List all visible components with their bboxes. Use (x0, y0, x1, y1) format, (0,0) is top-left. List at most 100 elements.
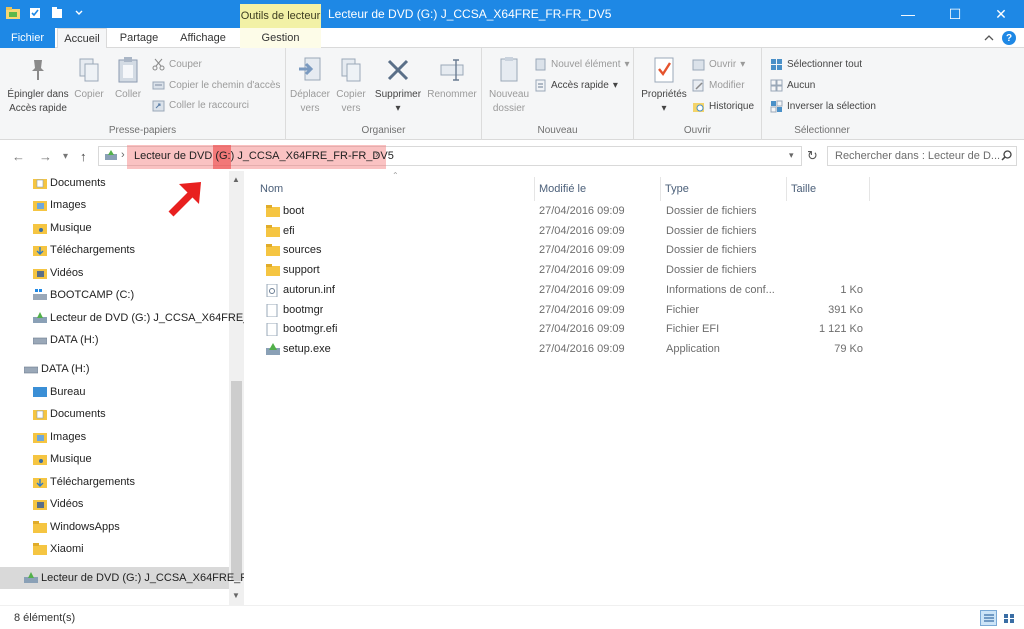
address-row: ← → ▾ ↑ › Lecteur de DVD (G:) J_CCSA_X64… (0, 141, 1024, 171)
nav-item[interactable]: Lecteur de DVD (G:) J_CCSA_X64FRE_F (0, 307, 244, 329)
nav-item-label: Documents (50, 177, 106, 189)
nav-scrollbar[interactable]: ▲ ▼ (229, 171, 244, 605)
tab-file[interactable]: Fichier (0, 28, 55, 48)
group-clipboard: Épingler dans Accès rapide Copier Coller… (0, 48, 286, 140)
tab-share[interactable]: Partage (110, 28, 168, 48)
new-folder-icon[interactable] (50, 6, 64, 20)
nav-item[interactable]: DATA (H:) (0, 329, 229, 351)
file-row[interactable]: boot 27/04/2016 09:09 Dossier de fichiers (256, 202, 876, 221)
nav-item[interactable]: DATA (H:) (0, 358, 229, 380)
column-header-name[interactable]: Nom (256, 177, 535, 201)
refresh-icon[interactable]: ↻ (807, 148, 818, 164)
scroll-up-icon[interactable]: ▲ (232, 175, 240, 184)
scroll-thumb[interactable] (231, 381, 242, 581)
copy-path-icon (152, 79, 165, 92)
select-none-button[interactable]: Aucun (770, 79, 815, 92)
back-arrow-icon[interactable]: ← (12, 149, 25, 164)
column-header-type[interactable]: Type (661, 177, 787, 201)
history-button[interactable]: Historique (692, 100, 754, 113)
edit-icon (692, 79, 705, 92)
nav-item[interactable]: Lecteur de DVD (G:) J_CCSA_X64FRE_F (0, 567, 244, 589)
nav-item[interactable]: Bureau (0, 381, 229, 403)
minimize-button[interactable]: — (885, 0, 931, 28)
breadcrumb-chevron-icon[interactable]: › (375, 149, 379, 161)
paste-shortcut-button[interactable]: Coller le raccourci (152, 99, 249, 112)
copy-label: Copier (74, 89, 104, 100)
large-icons-view-icon[interactable] (1000, 610, 1017, 626)
close-icon: ✕ (995, 5, 1007, 22)
open-icon (692, 58, 705, 71)
delete-button[interactable]: Supprimer ▾ (374, 54, 422, 116)
nav-item[interactable]: Téléchargements (0, 471, 229, 493)
properties-icon[interactable] (28, 6, 42, 20)
copy-to-button[interactable]: Copier vers (332, 54, 370, 116)
pin-quick-access-button[interactable]: Épingler dans Accès rapide (6, 54, 70, 116)
file-modified: 27/04/2016 09:09 (539, 283, 625, 296)
collapse-ribbon-icon[interactable] (984, 32, 994, 44)
nav-item[interactable]: Musique (0, 448, 229, 470)
tab-home[interactable]: Accueil (57, 28, 107, 49)
close-button[interactable]: ✕ (978, 0, 1024, 28)
paste-label: Coller (114, 89, 142, 100)
scroll-down-icon[interactable]: ▼ (232, 591, 240, 600)
forward-arrow-icon[interactable]: → (39, 149, 52, 164)
nav-item[interactable]: Vidéos (0, 493, 229, 515)
new-folder-button[interactable]: Nouveau dossier (486, 54, 532, 116)
videos-folder-icon (33, 498, 47, 510)
copy-button[interactable]: Copier (70, 54, 108, 102)
nav-item[interactable]: Images (0, 426, 229, 448)
pin-icon (23, 54, 53, 86)
nav-item[interactable]: Vidéos (0, 262, 229, 284)
file-row[interactable]: autorun.inf 27/04/2016 09:09 Informations … (256, 281, 876, 300)
nav-item[interactable]: Documents (0, 403, 229, 425)
nav-item[interactable]: Xiaomi (0, 538, 229, 560)
column-header-modified[interactable]: Modifié le (535, 177, 661, 201)
edit-button[interactable]: Modifier (692, 79, 745, 92)
drive-tools-context-tab[interactable]: Outils de lecteur (240, 4, 321, 28)
help-icon[interactable]: ? (1002, 31, 1016, 45)
tab-view[interactable]: Affichage (170, 28, 236, 48)
maximize-button[interactable]: ☐ (932, 0, 978, 28)
search-input[interactable]: Rechercher dans : Lecteur de D... (827, 146, 1017, 166)
recent-locations-icon[interactable]: ▾ (63, 151, 68, 162)
move-to-button[interactable]: Déplacer vers (288, 54, 332, 116)
ribbon-tab-row: Fichier Accueil Partage Affichage Gestio… (0, 28, 1024, 49)
rename-button[interactable]: Renommer (426, 54, 478, 102)
address-bar[interactable]: › Lecteur de DVD (G:) J_CCSA_X64FRE_FR-F… (98, 145, 802, 169)
nav-item-label: Lecteur de DVD (G:) J_CCSA_X64FRE_F (50, 312, 244, 324)
address-dropdown-icon[interactable]: ▾ (789, 150, 794, 161)
nav-item[interactable]: Musique (0, 217, 229, 239)
details-view-icon[interactable] (980, 610, 997, 626)
breadcrumb-current[interactable]: Lecteur de DVD (G:) J_CCSA_X64FRE_FR-FR_… (134, 150, 394, 162)
column-header-size[interactable]: Taille (787, 177, 870, 201)
file-row[interactable]: support 27/04/2016 09:09 Dossier de fichie… (256, 261, 876, 280)
nav-item[interactable]: BOOTCAMP (C:) (0, 284, 229, 306)
properties-button[interactable]: Propriétés ▾ (638, 54, 690, 116)
easy-access-button[interactable]: Accès rapide ▾ (534, 79, 618, 92)
music-folder-icon (33, 453, 47, 465)
dropdown-icon[interactable] (72, 6, 86, 20)
item-count: 8 élément(s) (14, 612, 76, 624)
search-icon (1001, 150, 1012, 164)
file-row[interactable]: setup.exe 27/04/2016 09:09 Application 79 K… (256, 340, 876, 359)
file-row[interactable]: bootmgr 27/04/2016 09:09 Fichier 391 Ko (256, 301, 876, 320)
copy-path-label: Copier le chemin d'accès (169, 80, 281, 91)
file-type: Dossier de fichiers (666, 244, 757, 257)
file-row[interactable]: sources 27/04/2016 09:09 Dossier de fichie… (256, 241, 876, 260)
nav-item[interactable]: Téléchargements (0, 239, 229, 261)
invert-selection-button[interactable]: Inverser la sélection (770, 100, 876, 113)
folder-app-icon[interactable] (6, 6, 20, 20)
breadcrumb-chevron-icon[interactable]: › (121, 149, 125, 161)
up-arrow-icon[interactable]: ↑ (80, 149, 87, 164)
file-row[interactable]: efi 27/04/2016 09:09 Dossier de fichiers (256, 222, 876, 241)
paste-button[interactable]: Coller (110, 54, 146, 102)
new-item-button[interactable]: Nouvel élément ▾ (534, 58, 630, 71)
tab-manage[interactable]: Gestion (240, 28, 321, 48)
select-all-button[interactable]: Sélectionner tout (770, 58, 862, 71)
copy-path-button[interactable]: Copier le chemin d'accès (152, 79, 280, 92)
file-row[interactable]: bootmgr.efi 27/04/2016 09:09 Fichier EFI 1 … (256, 320, 876, 339)
pin-label-1: Épingler dans (7, 89, 69, 100)
cut-button[interactable]: Couper (152, 58, 202, 71)
open-button[interactable]: Ouvrir ▾ (692, 58, 745, 71)
nav-item[interactable]: WindowsApps (0, 516, 229, 538)
